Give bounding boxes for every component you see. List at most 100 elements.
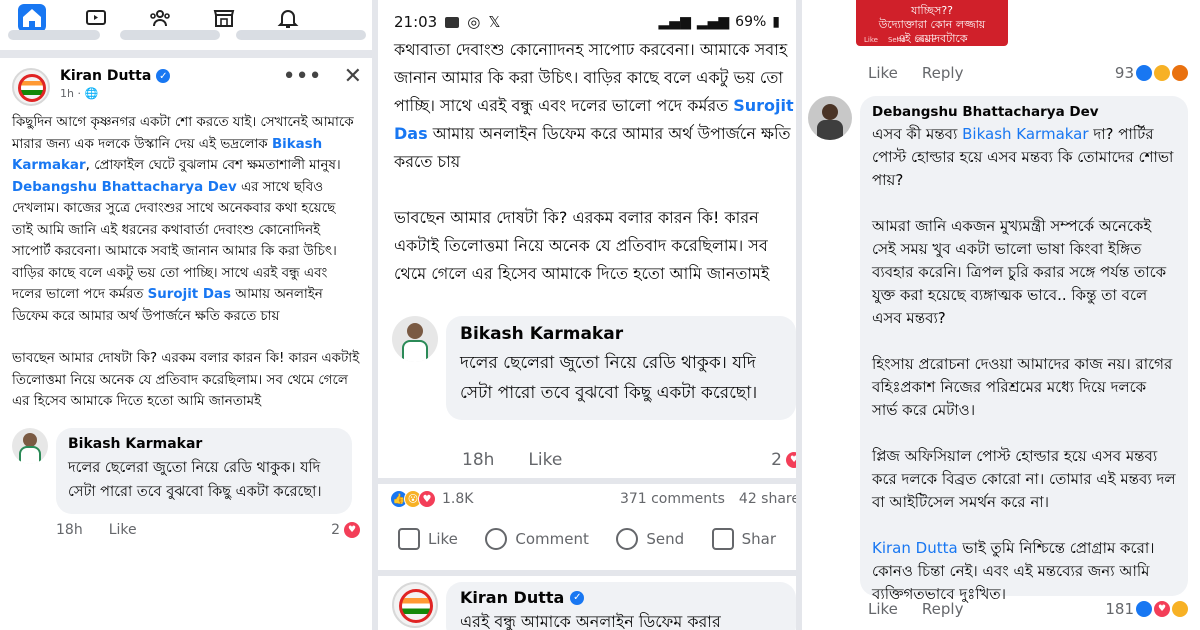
reaction-count-value: 2 [331,521,340,538]
comment-text: এসব কী মন্তব্য Bikash Karmakar দা? পার্ট… [872,123,1176,606]
image-mini-label: Send [887,36,906,44]
top-navigation [0,0,372,40]
more-options-icon[interactable]: ••• [283,64,322,89]
comment-bubble: Kiran Dutta ✓ এরই বন্ধু আমাকে অনলাইন ডিফে… [446,582,796,630]
story-pill[interactable] [120,30,220,40]
globe-icon: 🌐 [84,87,99,100]
reaction-count-value: 93 [1114,64,1134,82]
share-icon [711,528,734,550]
comment: Kiran Dutta ✓ এরই বন্ধু আমাকে অনলাইন ডিফে… [392,582,796,630]
mention-link[interactable]: Surojit Das [148,287,231,302]
whatsapp-icon: ◎ [467,13,481,31]
story-pill[interactable] [8,30,100,40]
post-body: কথাবার্তা দেবাংশু কোনোদিনই সাপোর্ট করবেন… [394,36,794,316]
share-label: Shar [741,530,776,548]
reaction-count-value: 2 [771,450,782,470]
video-icon[interactable] [82,4,110,32]
reaction-count[interactable]: 2 ♥ [331,521,360,538]
like-label: Like [428,530,458,548]
commenter-avatar[interactable] [808,96,852,140]
comment-text: দলের ছেলেরা জুতো নিয়ে রেডি থাকুক। যদি স… [68,459,322,500]
status-time: 21:03 [394,13,438,31]
commenter-name[interactable]: Bikash Karmakar [68,436,340,452]
like-reaction-icon [1136,601,1152,617]
author-name[interactable]: Kiran Dutta [60,68,151,84]
post-text-segment: এর সাথে ছবিও দেখলাম। কাজের সুত্রে দেবাংশ… [12,179,337,303]
comment-time: 18h [462,450,495,470]
commenter-name[interactable]: Debangshu Bhattacharya Dev [872,104,1176,120]
send-button[interactable]: Send [616,528,684,550]
post-paragraph: ভাবছেন আমার দোষটা কি? এরকম বলার কারন কি!… [12,351,360,409]
divider [0,50,372,58]
x-icon: 𝕏 [488,13,501,31]
comment-reply-button[interactable]: Reply [922,64,964,82]
story-strip [0,30,372,44]
story-pill[interactable] [236,30,366,40]
verified-badge-icon: ✓ [570,590,585,605]
like-button[interactable]: Like [398,528,458,550]
post-text-segment: আমায় অনলাইন ডিফেম করে আমার অর্থ উপার্জন… [394,124,791,171]
comment-footer: 18h Like 2 ♥ [0,521,372,538]
reaction-count[interactable]: 181 ♥ [1105,600,1188,618]
home-icon[interactable] [18,4,46,32]
post-text-segment: কথাবার্তা দেবাংশু কোনোদিনই সাপোর্ট করবেন… [394,40,788,115]
marketplace-icon[interactable] [210,4,238,32]
comment-paragraph: আমরা জানি একজন মুখ্যমন্ত্রী সম্পর্কে অনে… [872,217,1167,327]
image-mini-label: Share [915,36,936,44]
mention-link[interactable]: Debangshu Bhattacharya Dev [12,180,237,195]
post-header: Kiran Dutta ✓ 1h · 🌐 ••• ✕ [0,58,372,112]
comment-like-button[interactable]: Like [868,600,898,618]
comment-bubble: Debangshu Bhattacharya Dev এসব কী মন্তব্… [860,96,1188,603]
comment-reply-button[interactable]: Reply [922,600,964,618]
comment-footer: Like Reply 93 [868,64,1188,82]
angry-reaction-icon [1172,65,1188,81]
comment: Bikash Karmakar দলের ছেলেরা জুতো নিয়ে র… [392,316,796,420]
commenter-name[interactable]: Bikash Karmakar [460,324,782,344]
mention-link[interactable]: Kiran Dutta [872,539,958,557]
comment-footer: 18h Like 2 ♥ [462,450,796,470]
wow-reaction-icon [1172,601,1188,617]
comment-paragraph: প্লিজ অফিসিয়াল পোস্ট হোল্ডার হয়ে এসব ম… [872,447,1176,511]
comment-text-segment: এসব কী মন্তব্য [872,125,963,143]
reactions-count[interactable]: 1.8K [442,491,473,507]
post-paragraph: ভাবছেন আমার দোষটা কি? এরকম বলার কারন কি!… [394,208,770,283]
author-avatar[interactable] [12,68,50,106]
commenter-avatar[interactable] [392,582,438,628]
shares-count[interactable]: 42 share [739,491,796,507]
comment-icon [485,528,508,550]
groups-icon[interactable] [146,4,174,32]
battery-icon: ▮ [772,14,780,30]
comment-like-button[interactable]: Like [528,450,562,470]
comment-text: এরই বন্ধু আমাকে অনলাইন ডিফেম করার [460,612,721,630]
like-reaction-icon [1136,65,1152,81]
messenger-icon [616,528,639,550]
comment-image[interactable]: যাচ্ছিস?? উদ্যোক্তারা কোন লজ্জায় এই বেয… [856,0,1008,46]
status-bar: 21:03 ◎ 𝕏 ▂▄▆ ▂▄▆ 69% ▮ [378,0,796,44]
reaction-count[interactable]: 2 ♥ [771,450,796,470]
comment-like-button[interactable]: Like [109,522,137,538]
comment-thread-panel: যাচ্ছিস?? উদ্যোক্তারা কোন লজ্জায় এই বেয… [802,0,1200,630]
share-button[interactable]: Shar [711,528,776,550]
signal-icon: ▂▄▆ [696,14,730,30]
notifications-bell-icon[interactable] [274,4,302,32]
comment-footer: Like Reply 181 ♥ [868,600,1188,618]
close-icon[interactable]: ✕ [344,64,362,89]
commenter-avatar[interactable] [12,427,48,464]
love-reaction-icon: ♥ [786,452,796,468]
haha-reaction-icon [1154,65,1170,81]
divider [378,570,796,576]
comment-button[interactable]: Comment [485,528,589,550]
post-time[interactable]: 1h · [60,87,81,100]
comment-like-button[interactable]: Like [868,64,898,82]
comments-count[interactable]: 371 comments [620,491,725,507]
image-caption-line: উদ্যোক্তারা কোন লজ্জায় [878,18,986,31]
reaction-count[interactable]: 93 [1115,64,1188,82]
mobile-screenshot-panel: 21:03 ◎ 𝕏 ▂▄▆ ▂▄▆ 69% ▮ কথাবার্তা দেবাংশ… [372,0,802,630]
love-reaction-icon: ♥ [418,490,436,508]
mention-link[interactable]: Bikash Karmakar [962,125,1088,143]
comment: Bikash Karmakar দলের ছেলেরা জুতো নিয়ে র… [0,427,372,514]
post-body: কিছুদিন আগে কৃষ্ণনগর একটা শো করতে যাই। স… [0,112,372,413]
commenter-avatar[interactable] [392,316,438,362]
comment-text: দলের ছেলেরা জুতো নিয়ে রেডি থাকুক। যদি স… [460,353,758,403]
commenter-name[interactable]: Kiran Dutta [460,588,564,607]
